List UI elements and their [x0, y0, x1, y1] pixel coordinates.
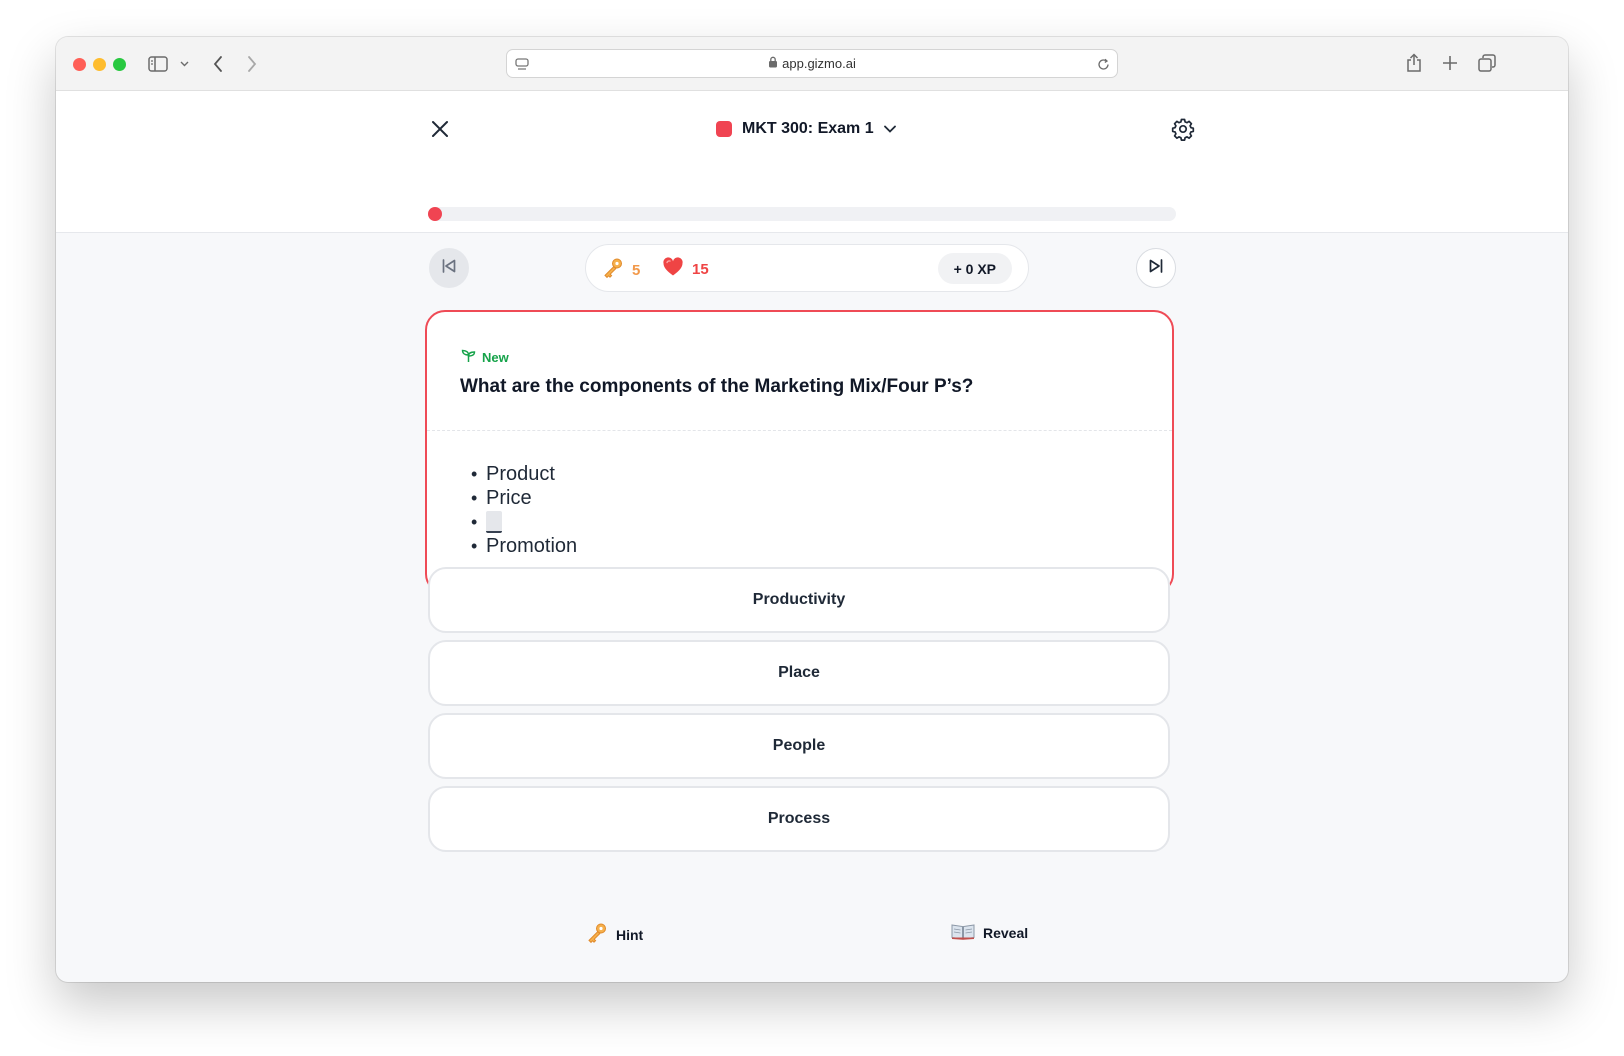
sprout-icon [461, 348, 476, 366]
stats-bar: 5 15 + 0 XP [585, 244, 1029, 292]
page-menu-icon[interactable] [514, 56, 530, 72]
question-text: What are the components of the Marketing… [460, 376, 974, 397]
zoom-window-button[interactable] [113, 58, 126, 71]
list-item: Promotion [471, 534, 577, 558]
card-divider [427, 430, 1172, 431]
reveal-button[interactable]: Reveal [951, 922, 1028, 943]
minimize-window-button[interactable] [93, 58, 106, 71]
list-item: _ [471, 510, 577, 534]
deck-title: MKT 300: Exam 1 [742, 120, 874, 137]
option-button[interactable]: Process [428, 786, 1170, 852]
browser-toolbar: app.gizmo.ai [56, 37, 1568, 91]
previous-card-button[interactable] [429, 248, 469, 288]
answer-list: Product Price _ Promotion [471, 462, 577, 558]
open-book-icon [951, 922, 975, 943]
new-tag: New [461, 348, 509, 366]
hint-button[interactable]: Hint [586, 922, 643, 947]
progress-bar [428, 207, 1176, 221]
share-icon[interactable] [1404, 51, 1424, 75]
sidebar-icon[interactable] [148, 54, 168, 74]
option-button[interactable]: People [428, 713, 1170, 779]
gear-icon[interactable] [1169, 115, 1197, 143]
url-text: app.gizmo.ai [782, 56, 856, 71]
chevron-down-icon[interactable] [178, 56, 190, 72]
browser-window: app.gizmo.ai MKT 300: Exam 1 5 15 + 0 XP… [56, 37, 1568, 982]
list-item: Price [471, 486, 577, 510]
tab-overview-icon[interactable] [1476, 52, 1498, 74]
key-icon [586, 922, 608, 947]
back-icon[interactable] [208, 53, 228, 75]
forward-icon[interactable] [242, 53, 262, 75]
lock-icon [768, 56, 778, 71]
skip-forward-icon [1148, 258, 1164, 279]
address-bar[interactable]: app.gizmo.ai [506, 49, 1118, 78]
deck-selector[interactable]: MKT 300: Exam 1 [716, 115, 896, 143]
deck-color-swatch [716, 121, 732, 137]
option-button[interactable]: Place [428, 640, 1170, 706]
reload-icon[interactable] [1095, 56, 1111, 72]
hearts-counter: 15 [662, 257, 709, 281]
close-window-button[interactable] [73, 58, 86, 71]
xp-badge: + 0 XP [937, 253, 1012, 284]
keys-counter: 5 [602, 257, 640, 283]
close-icon[interactable] [428, 117, 452, 141]
question-card: New What are the components of the Marke… [425, 310, 1174, 594]
next-card-button[interactable] [1136, 248, 1176, 288]
blank-placeholder: _ [486, 511, 502, 533]
skip-back-icon [441, 258, 457, 279]
chevron-down-icon [883, 120, 896, 138]
progress-indicator [428, 207, 442, 221]
study-header: MKT 300: Exam 1 [56, 91, 1568, 233]
option-button[interactable]: Productivity [428, 567, 1170, 633]
new-tab-icon[interactable] [1440, 53, 1460, 73]
heart-icon [662, 257, 684, 281]
key-icon [602, 257, 624, 283]
list-item: Product [471, 462, 577, 486]
